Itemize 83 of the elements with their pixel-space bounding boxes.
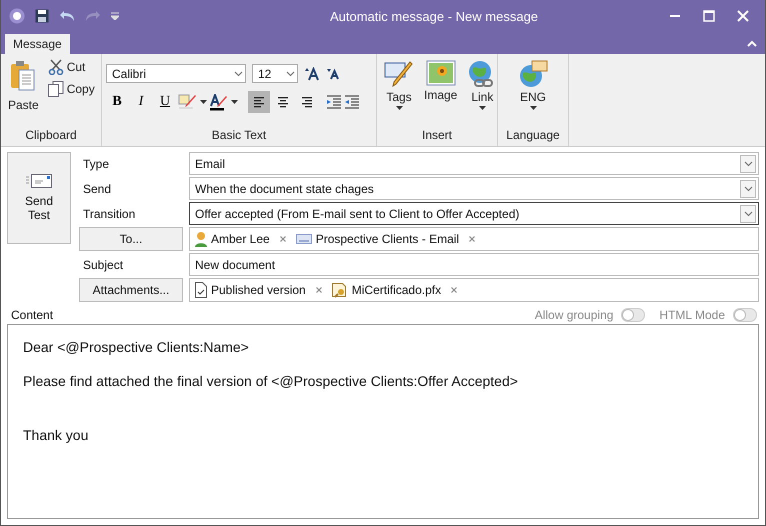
undo-icon[interactable]	[59, 10, 75, 22]
clipboard-icon	[10, 60, 36, 92]
remove-icon[interactable]	[280, 236, 286, 242]
chip-label: MiCertificado.pfx	[352, 283, 442, 297]
toggle-switch[interactable]	[621, 308, 646, 322]
document-icon	[195, 282, 207, 298]
content-label: Content	[11, 308, 54, 322]
toggle-label: Allow grouping	[534, 308, 614, 322]
select-field[interactable]: Email	[189, 152, 759, 175]
insert-button[interactable]: Tags	[381, 58, 417, 126]
format-button[interactable]: B	[106, 91, 128, 113]
format-button[interactable]: U	[154, 91, 176, 113]
font-size-dropdown[interactable]: 12	[252, 64, 298, 83]
copy-button[interactable]: Copy	[46, 80, 97, 98]
select-field[interactable]: When the document state chages	[189, 177, 759, 200]
text-field-icon	[296, 234, 312, 244]
language-button[interactable]: ENG	[515, 58, 551, 126]
chip-label: Amber Lee	[211, 232, 270, 246]
align-button[interactable]	[248, 91, 270, 113]
indent-icon[interactable]	[326, 95, 342, 109]
certificate-icon	[332, 282, 348, 298]
caret-icon	[200, 100, 207, 104]
field-label: Transition	[82, 206, 136, 220]
ribbon-tab[interactable]: Message	[5, 34, 70, 54]
field-label: Send	[82, 182, 112, 196]
outdent-icon[interactable]	[344, 95, 360, 109]
remove-icon[interactable]	[316, 287, 322, 293]
remove-icon[interactable]	[469, 236, 476, 242]
collapse-ribbon-icon[interactable]	[747, 40, 757, 48]
paste-button[interactable]: Paste	[5, 58, 42, 126]
field-button[interactable]: To...	[79, 227, 183, 251]
highlighter-icon[interactable]	[178, 94, 198, 110]
format-button[interactable]: I	[130, 91, 152, 113]
font-color-icon[interactable]	[209, 94, 229, 110]
cut-button[interactable]: Cut	[46, 58, 97, 76]
person-icon	[195, 231, 207, 247]
shrink-font-icon[interactable]	[326, 68, 340, 80]
chip-label: Prospective Clients - Email	[316, 232, 460, 246]
chevron-down-icon	[744, 186, 752, 192]
field-label: Type	[82, 156, 110, 170]
caret-icon	[396, 106, 402, 110]
insert-button[interactable]: Link	[464, 58, 500, 126]
copy-icon	[48, 81, 64, 97]
recipient-field[interactable]: Published version MiCertificado.pfx	[189, 278, 759, 302]
group-label: Clipboard	[24, 127, 78, 144]
group-label: Language	[505, 127, 561, 144]
toggle-switch[interactable]	[733, 308, 757, 322]
caret-icon	[231, 100, 238, 104]
field-button[interactable]: Attachments...	[79, 278, 183, 302]
scissors-icon	[48, 59, 64, 75]
send-test-button[interactable]: Send Test	[7, 152, 71, 244]
customize-toolbar-icon[interactable]	[111, 12, 119, 20]
message-editor[interactable]: Dear <@Prospective Clients:Name> Please find attached the final version of <@Prospective Clients:Offer Accepted> Thank you	[7, 324, 759, 519]
font-dropdown[interactable]: Calibri	[106, 64, 246, 83]
input-field[interactable]: New document	[189, 253, 759, 276]
pencil-icon	[384, 60, 414, 88]
app-logo-icon	[9, 8, 25, 24]
remove-icon[interactable]	[451, 287, 458, 293]
caret-icon	[530, 106, 536, 110]
align-icon	[253, 96, 265, 108]
image-icon	[426, 60, 456, 86]
recipient-field[interactable]: Amber Lee Prospective Clients - Email	[189, 227, 759, 251]
chevron-down-icon	[234, 70, 243, 76]
maximize-icon[interactable]	[703, 10, 715, 22]
grow-font-icon[interactable]	[304, 66, 320, 80]
group-label: Insert	[420, 127, 453, 144]
align-icon	[277, 96, 289, 108]
toggle-label: HTML Mode	[659, 308, 725, 322]
caret-icon	[478, 106, 486, 110]
field-label: Subject	[82, 258, 124, 272]
save-icon[interactable]	[35, 9, 49, 23]
envelope-icon	[26, 174, 52, 188]
insert-button[interactable]: Image	[421, 58, 460, 126]
globe-speech-icon	[518, 60, 548, 88]
select-field[interactable]: Offer accepted (From E-mail sent to Client to Offer Accepted)	[189, 202, 759, 225]
chip-label: Published version	[211, 283, 306, 297]
chevron-down-icon	[744, 160, 752, 166]
window-title: Automatic message - New message	[328, 8, 540, 24]
chevron-down-icon	[744, 210, 752, 216]
close-icon[interactable]	[737, 10, 749, 22]
chevron-down-icon	[286, 70, 295, 76]
align-icon	[301, 96, 313, 108]
group-label: Basic Text	[210, 127, 268, 144]
